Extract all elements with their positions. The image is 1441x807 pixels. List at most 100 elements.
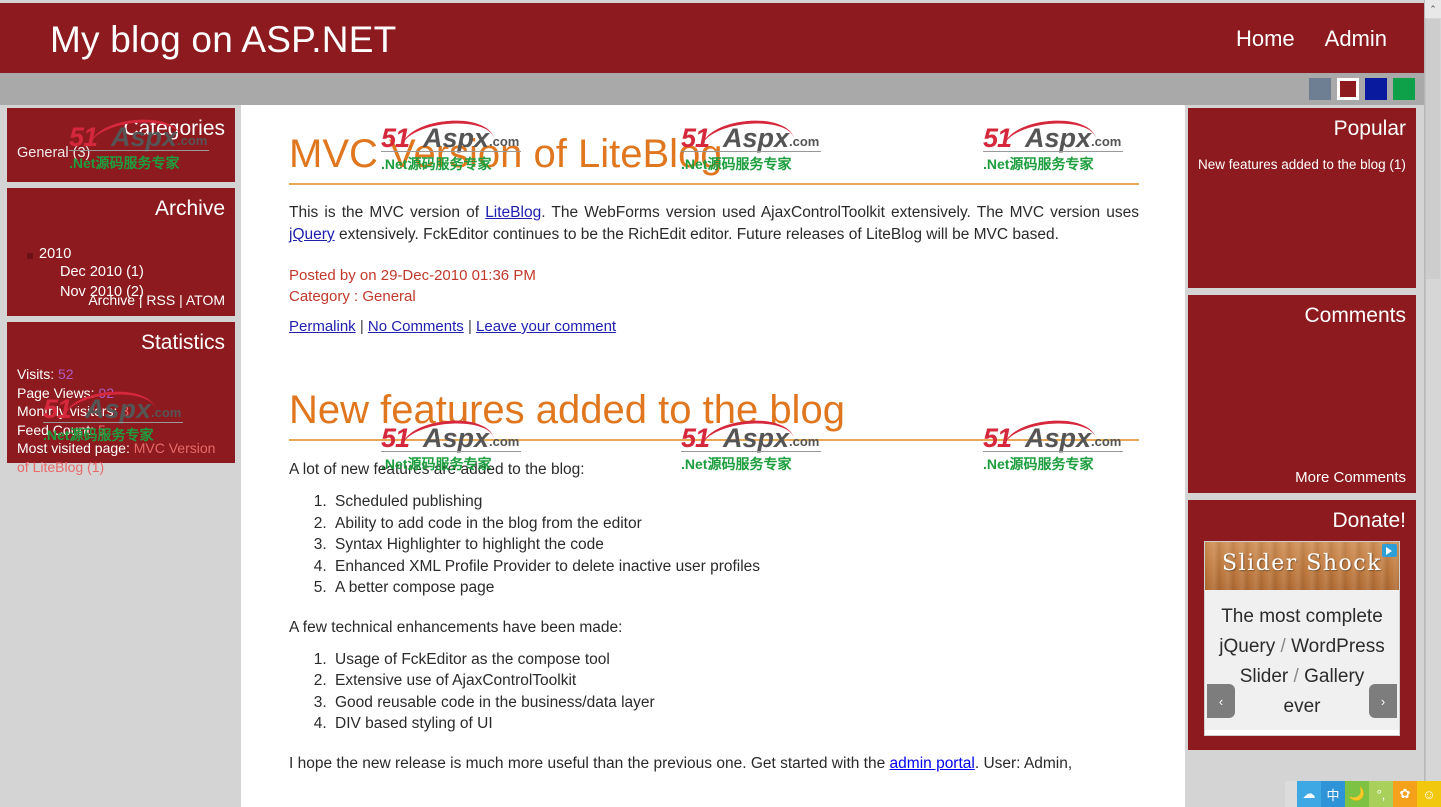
link-jquery[interactable]: jQuery [289, 226, 335, 243]
category-item-general[interactable]: General (3) [17, 142, 225, 163]
scroll-up-arrow-icon[interactable]: ⌃ [1425, 0, 1441, 18]
scrollbar-thumb[interactable] [1426, 19, 1440, 279]
browser-page: My blog on ASP.NET Home Admin Categories… [0, 0, 1441, 807]
archive-feed-links[interactable]: Archive | RSS | ATOM [88, 292, 225, 308]
ad-line-2-b: WordPress [1291, 636, 1385, 657]
link-liteblog[interactable]: LiteBlog [485, 204, 541, 221]
tech-intro: A few technical enhancements have been m… [289, 618, 623, 636]
ime-drag-handle[interactable] [1285, 781, 1297, 807]
ad-line-3-a: Slider [1239, 666, 1289, 687]
list-item: Extensive use of AjaxControlToolkit [331, 670, 1139, 692]
post-title[interactable]: MVC Version of LiteBlog [289, 105, 1139, 185]
comments-panel: Comments More Comments [1188, 295, 1416, 493]
ad-brand: Slider Shock [1222, 551, 1382, 576]
cloud-icon[interactable]: ☁ [1297, 781, 1321, 807]
link-separator: | [355, 318, 368, 335]
post-posted-by: Posted by on 29-Dec-2010 01:36 PM [289, 267, 536, 284]
theme-swatch-slate[interactable] [1309, 78, 1331, 100]
ad-sep: / [1288, 666, 1305, 687]
settings-gear-icon[interactable]: ✿ [1393, 781, 1417, 807]
ad-line-2-a: jQuery [1219, 636, 1276, 657]
post-title[interactable]: New features added to the blog [289, 335, 1139, 441]
archive-month-dec[interactable]: Dec 2010 (1) [17, 262, 225, 282]
list-item: A better compose page [331, 577, 1139, 599]
advertisement[interactable]: Slider Shock The most complete jQuery / … [1204, 541, 1400, 736]
main-content: MVC Version of LiteBlog This is the MVC … [241, 105, 1185, 807]
stat-most-visited-label: Most visited page: [17, 440, 130, 456]
stat-monthly-visitors: Monthly visitors: 3 [17, 402, 225, 421]
categories-title: Categories [123, 117, 225, 140]
list-item: DIV based styling of UI [331, 713, 1139, 735]
post-body-part-1: This is the MVC version of [289, 204, 486, 221]
ad-body: The most complete jQuery / WordPress Sli… [1205, 590, 1399, 730]
theme-bar [0, 73, 1425, 105]
stat-monthly-value: 3 [121, 403, 130, 419]
nav-link-home[interactable]: Home [1236, 26, 1295, 52]
donate-panel: Donate! Slider Shock The most complete j… [1188, 500, 1416, 750]
statistics-title: Statistics [140, 331, 225, 354]
closing-part-1: I hope the new release is much more usef… [289, 754, 890, 772]
ad-header: Slider Shock [1205, 542, 1399, 590]
popular-panel: Popular New features added to the blog (… [1188, 108, 1416, 288]
link-separator: | [463, 318, 477, 335]
stat-feed-label: Feed Count: [17, 421, 95, 438]
theme-swatch-red[interactable] [1337, 78, 1359, 100]
post-body-part-2: . The WebForms version used AjaxControlT… [541, 204, 1139, 221]
archive-panel: Archive 2010 Dec 2010 (1) Nov 2010 (2) A… [7, 188, 235, 316]
theme-swatch-blue[interactable] [1365, 78, 1387, 100]
stat-page-views-value: 92 [98, 384, 115, 401]
stat-feed-value: 5 [97, 421, 106, 438]
ad-prev-button[interactable]: ‹ [1207, 684, 1235, 718]
link-no-comments[interactable]: No Comments [368, 318, 464, 335]
tech-list: Usage of FckEditor as the compose tool E… [289, 649, 1139, 735]
nav-link-admin[interactable]: Admin [1325, 26, 1387, 52]
popular-title: Popular [1333, 117, 1406, 140]
link-leave-comment[interactable]: Leave your comment [476, 318, 616, 335]
popular-item[interactable]: New features added to the blog (1) [1198, 156, 1406, 174]
moon-icon[interactable]: 🌙 [1345, 781, 1369, 807]
list-item: Enhanced XML Profile Provider to delete … [331, 556, 1139, 578]
right-sidebar: Popular New features added to the blog (… [1188, 108, 1416, 757]
features-list: Scheduled publishing Ability to add code… [289, 491, 1139, 599]
stat-most-visited: Most visited page: MVC Version of LiteBl… [17, 439, 225, 476]
archive-year-label: 2010 [39, 246, 72, 262]
closing-part-2: . User: Admin, [974, 754, 1073, 772]
more-comments-link[interactable]: More Comments [1295, 469, 1406, 486]
post-intro: A lot of new features are added to the b… [289, 461, 585, 478]
archive-year[interactable]: 2010 [17, 246, 225, 262]
ad-line-3: Slider / Gallery [1219, 662, 1385, 692]
ime-toolbar: ☁ 中 🌙 °, ✿ ☺ [1285, 781, 1441, 807]
stat-monthly-label: Monthly visitors: [17, 403, 118, 419]
link-permalink[interactable]: Permalink [289, 318, 356, 335]
post-body: This is the MVC version of LiteBlog. The… [289, 202, 1139, 246]
archive-title: Archive [154, 197, 225, 220]
post-closing: I hope the new release is much more usef… [289, 753, 1139, 775]
post-body-part-3: extensively. FckEditor continues to be t… [334, 226, 1059, 243]
site-banner: My blog on ASP.NET Home Admin [0, 3, 1425, 73]
theme-swatch-green[interactable] [1393, 78, 1415, 100]
list-item: Syntax Highlighter to highlight the code [331, 534, 1139, 556]
link-admin-portal[interactable]: admin portal [890, 755, 975, 772]
stat-visits-label: Visits: [17, 366, 55, 382]
punctuation-icon[interactable]: °, [1369, 781, 1393, 807]
statistics-panel: Statistics Visits: 52 Page Views: 92 Mon… [7, 322, 235, 475]
list-item: Good reusable code in the business/data … [331, 692, 1139, 714]
list-item: Scheduled publishing [331, 491, 1139, 513]
post-meta: Posted by on 29-Dec-2010 01:36 PM Catego… [289, 265, 1139, 307]
chinese-mode-icon[interactable]: 中 [1321, 781, 1345, 807]
bullet-icon [27, 253, 33, 259]
emoji-icon[interactable]: ☺ [1417, 781, 1441, 807]
ad-line-2: jQuery / WordPress [1219, 632, 1385, 662]
post-mvc-version: MVC Version of LiteBlog This is the MVC … [241, 105, 1185, 335]
ad-line-1: The most complete [1221, 606, 1383, 627]
donate-title: Donate! [1332, 509, 1406, 532]
adchoices-icon[interactable] [1382, 544, 1397, 557]
list-item: Usage of FckEditor as the compose tool [331, 649, 1139, 671]
post-new-features: New features added to the blog A lot of … [241, 335, 1185, 775]
ad-next-button[interactable]: › [1369, 684, 1397, 718]
site-title: My blog on ASP.NET [50, 19, 397, 60]
categories-panel: Categories General (3) 51 Aspx .com .Net… [7, 108, 235, 182]
vertical-scrollbar[interactable]: ⌃ [1425, 0, 1441, 807]
main-nav: Home Admin [1236, 26, 1387, 52]
post-category: Category : General [289, 288, 416, 305]
